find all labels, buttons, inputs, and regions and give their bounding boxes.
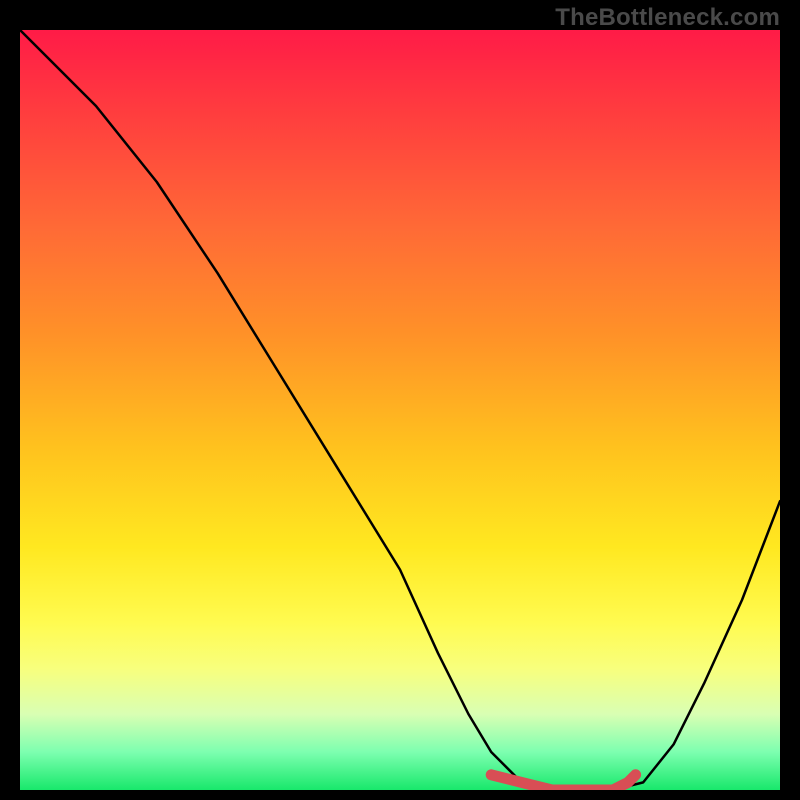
bottleneck-chart-svg xyxy=(20,30,780,790)
optimal-range-marker xyxy=(491,775,635,790)
plot-area xyxy=(20,30,780,790)
bottleneck-curve xyxy=(20,30,780,790)
watermark-text: TheBottleneck.com xyxy=(555,4,780,32)
bottom-border xyxy=(20,790,780,792)
chart-frame: TheBottleneck.com xyxy=(0,0,800,800)
